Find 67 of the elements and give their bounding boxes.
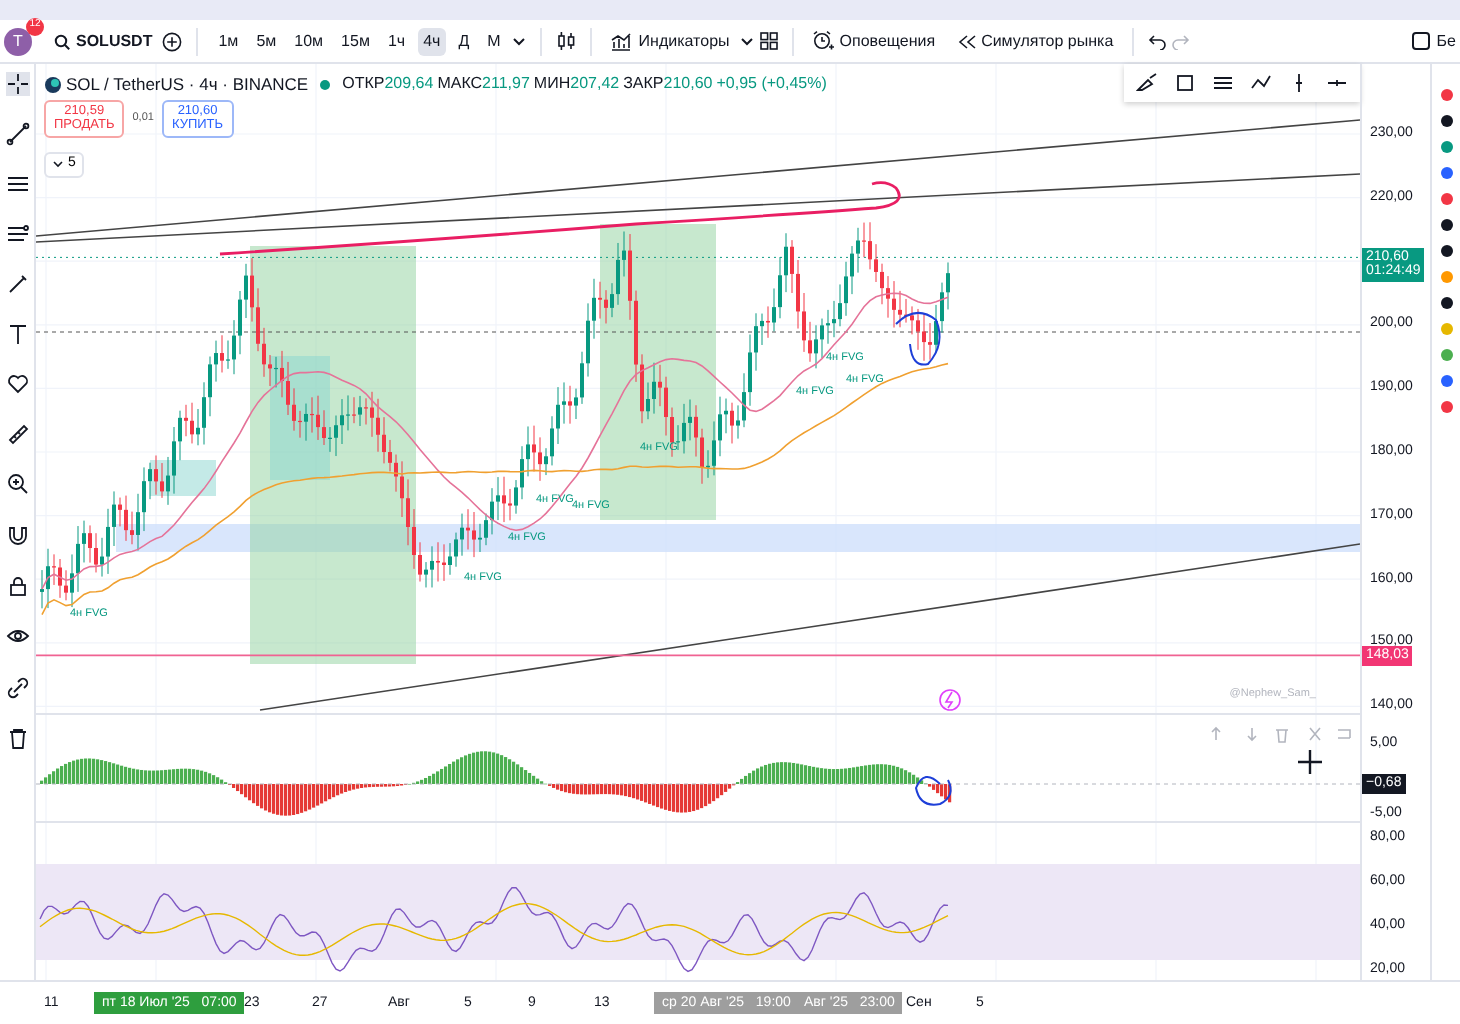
interval-tab[interactable]: Д xyxy=(452,27,476,55)
legend-value: ОТКР209,64 xyxy=(342,72,434,97)
watchlist-dot-icon[interactable] xyxy=(1439,140,1453,154)
legend-value: МИН207,42 xyxy=(533,72,620,97)
trend-line-icon[interactable] xyxy=(5,122,29,146)
lock-icon[interactable] xyxy=(5,574,29,598)
layout-grid-icon[interactable] xyxy=(759,32,778,50)
search-icon xyxy=(54,33,70,49)
undo-icon[interactable] xyxy=(1147,33,1166,49)
candles-icon[interactable] xyxy=(556,30,577,52)
rectangle-icon[interactable] xyxy=(1174,72,1196,94)
market-open-dot xyxy=(320,79,331,90)
legend-value: ЗАКР210,60 xyxy=(623,72,713,97)
rewind-icon xyxy=(957,33,976,49)
indicators-button[interactable]: Индикаторы xyxy=(606,29,734,53)
caret-down-icon[interactable] xyxy=(512,34,527,48)
watchlist-dot-icon[interactable] xyxy=(1439,192,1453,206)
watchlist-dot-icon[interactable] xyxy=(1439,270,1453,284)
watchlist-dot-icon[interactable] xyxy=(1439,400,1453,414)
alarm-clock-icon xyxy=(811,30,834,52)
watchlist-dot-icon[interactable] xyxy=(1439,374,1453,388)
caret-down-icon xyxy=(52,158,64,171)
pitchfork-icon[interactable] xyxy=(5,222,29,246)
magnet-icon[interactable] xyxy=(5,522,29,546)
interval-tab[interactable]: 1м xyxy=(212,27,245,55)
caret-down-icon[interactable] xyxy=(739,34,754,48)
legend-value: МАКС211,97 xyxy=(437,72,530,97)
coin-icon xyxy=(44,75,62,94)
add-symbol-icon[interactable] xyxy=(162,31,183,51)
interval-tab[interactable]: 1ч xyxy=(381,27,412,55)
zoom-in-icon[interactable] xyxy=(5,472,29,496)
ruler-icon[interactable] xyxy=(5,422,29,446)
chart-line-icon xyxy=(610,31,633,51)
watchlist-dot-icon[interactable] xyxy=(1439,322,1453,336)
market-replay-button[interactable]: Симулятор рынка xyxy=(953,29,1118,53)
heart-icon[interactable] xyxy=(5,372,29,396)
watchlist-dot-icon[interactable] xyxy=(1439,296,1453,310)
checkbox-label: Бе xyxy=(1436,29,1456,53)
interval-tab[interactable]: М xyxy=(481,27,507,55)
path-icon[interactable] xyxy=(1250,72,1272,94)
horizontal-lines-icon[interactable] xyxy=(1212,72,1234,94)
horizontal-lines-icon[interactable] xyxy=(5,172,29,196)
watchlist-dot-icon[interactable] xyxy=(1439,218,1453,232)
brush-icon[interactable] xyxy=(1136,72,1158,94)
legend-change: +0,95 (+0,45%) xyxy=(716,72,827,97)
checkbox[interactable] xyxy=(1412,32,1431,50)
trash-icon[interactable] xyxy=(5,726,29,750)
watchlist-dot-icon[interactable] xyxy=(1439,88,1453,102)
text-icon[interactable] xyxy=(5,322,29,346)
eye-icon[interactable] xyxy=(5,624,29,648)
interval-tab[interactable]: 5м xyxy=(250,27,283,55)
interval-tab[interactable]: 15м xyxy=(335,27,376,55)
crosshair-cursor-icon xyxy=(1296,748,1324,776)
alerts-button[interactable]: Оповещения xyxy=(807,29,940,53)
crosshair-icon[interactable] xyxy=(5,72,29,96)
watchlist-dot-icon[interactable] xyxy=(1439,348,1453,362)
lightning-icon[interactable] xyxy=(939,689,961,711)
symbol-search-button[interactable]: SOLUSDT xyxy=(50,29,157,53)
watchlist-dot-icon[interactable] xyxy=(1439,166,1453,180)
interval-tab[interactable]: 10м xyxy=(288,27,330,55)
brush-icon[interactable] xyxy=(5,272,29,296)
watchlist-dot-icon[interactable] xyxy=(1439,244,1453,258)
link-icon[interactable] xyxy=(5,676,29,700)
interval-tab[interactable]: 4ч xyxy=(417,27,447,55)
watchlist-dot-icon[interactable] xyxy=(1439,114,1453,128)
avatar[interactable]: T xyxy=(4,27,32,55)
legend-title: SOL / TetherUS · 4ч · BINANCE xyxy=(66,72,309,98)
